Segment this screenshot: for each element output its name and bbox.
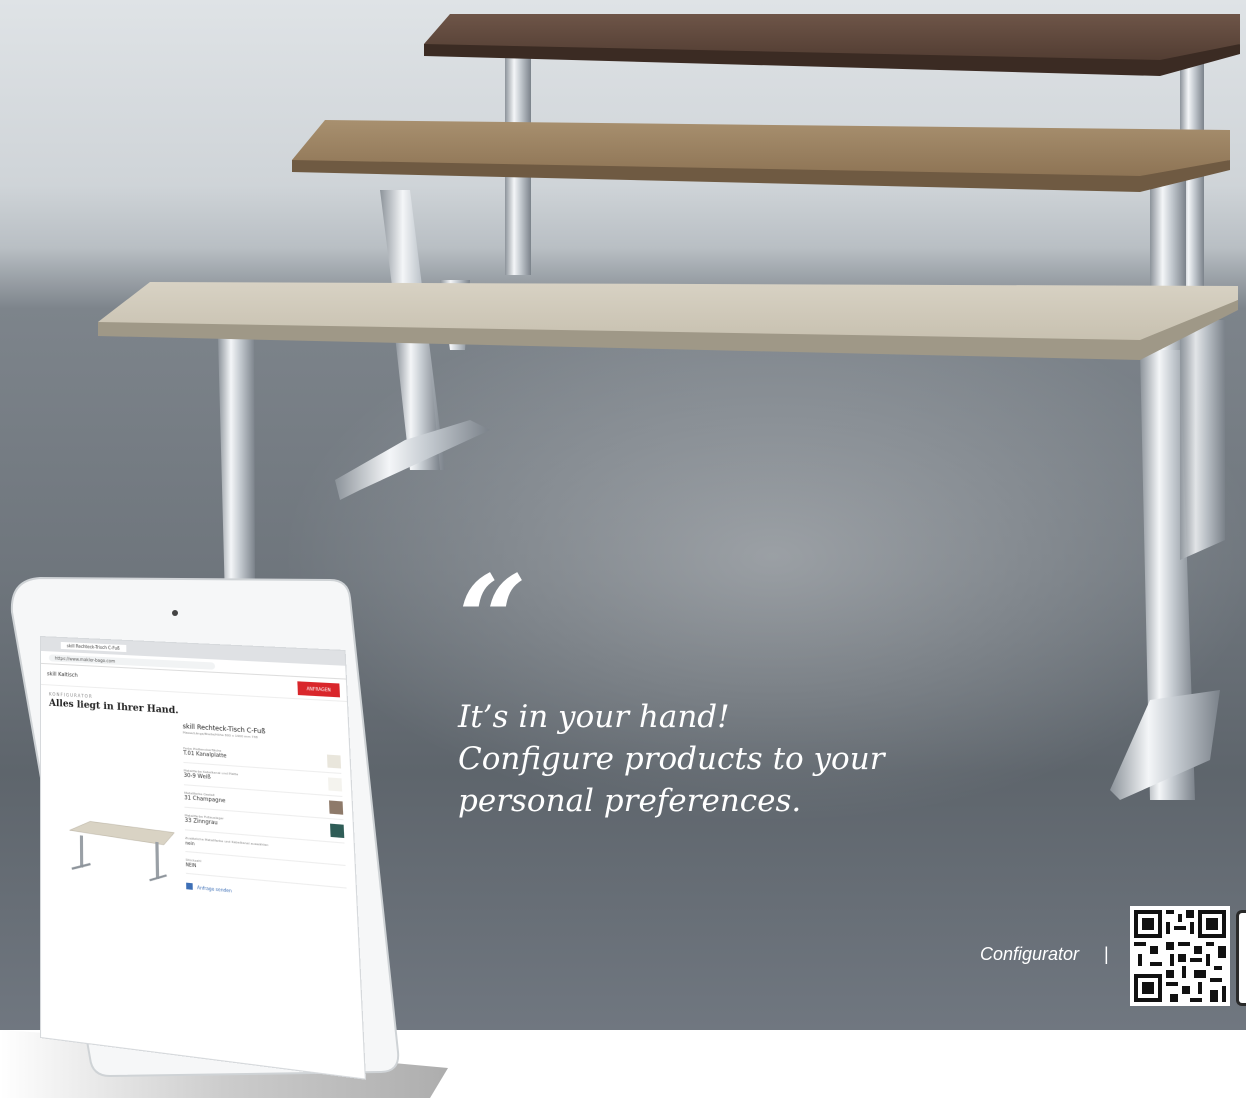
configurator-separator: | [1104,944,1109,964]
options-panel: skill Rechteck-Tisch C-Fuß Masse/Länge/B… [183,723,350,945]
phone-edge [1236,910,1246,1006]
color-swatch[interactable] [328,800,344,815]
configurator-label: Configurator [980,944,1080,964]
quote-line: Configure products to your [458,741,885,777]
qr-code-icon[interactable] [1130,906,1230,1006]
quote-line: personal preferences. [458,783,802,819]
color-swatch[interactable] [327,777,343,792]
browser-tab[interactable]: skill Rechteck-Trisch C-Fuß [60,641,126,652]
quote-text: It’s in your hand! Configure products to… [458,696,938,822]
cart-icon [186,882,193,890]
quote-mark: “ [458,549,528,690]
color-swatch[interactable] [330,823,345,839]
color-swatch[interactable] [326,754,342,769]
table-thumbnail-icon [49,715,187,928]
product-preview [49,715,187,928]
quote-line: It’s in your hand! [458,699,730,735]
brand-link[interactable]: skill Kaltisch [47,671,78,679]
tablet-screen: skill Rechteck-Trisch C-Fuß https://www.… [40,636,367,1080]
tablet-camera [172,610,178,616]
tablet: skill Rechteck-Trisch C-Fuß https://www.… [0,560,460,1098]
inquiry-button[interactable]: ANFRAGEN [297,680,340,697]
send-request-label: Anfrage senden [196,884,232,893]
